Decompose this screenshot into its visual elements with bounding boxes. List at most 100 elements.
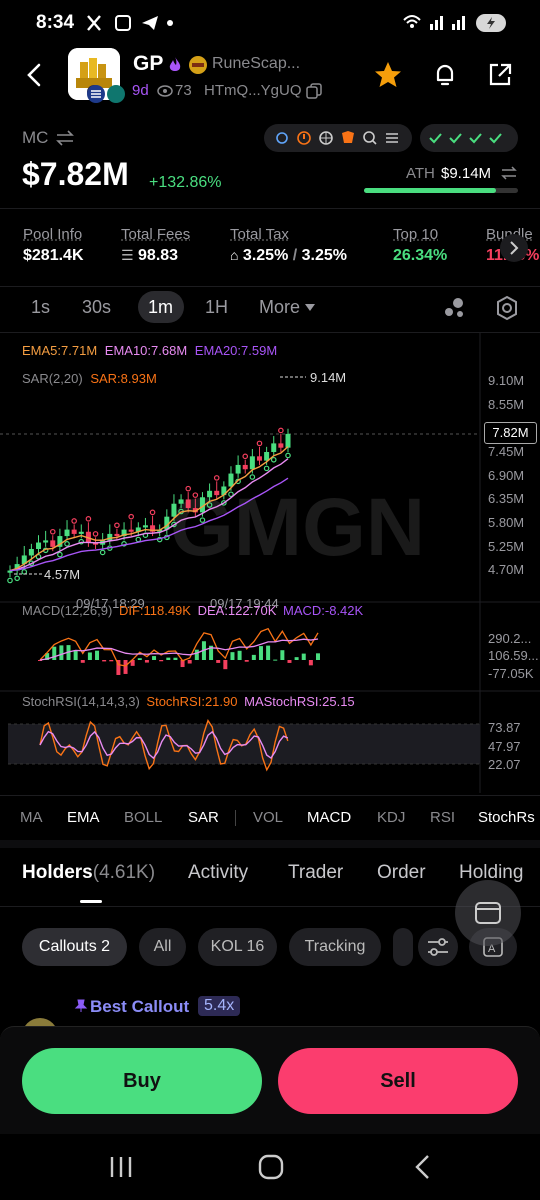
candle (207, 490, 213, 498)
nav-back-icon[interactable] (410, 1154, 436, 1180)
chip-callouts[interactable]: Callouts 2 (22, 928, 127, 966)
candle (78, 531, 84, 534)
chip-tracking[interactable]: Tracking (289, 928, 381, 966)
timeframe-1s[interactable]: 1s (31, 297, 50, 318)
macd-bar (73, 650, 78, 660)
indicator-ema[interactable]: EMA (67, 809, 100, 826)
chain-badges (87, 85, 125, 103)
sar-dot (71, 518, 77, 524)
y-tick: 7.45M (488, 444, 525, 459)
filter-button[interactable] (418, 928, 458, 966)
tab-trader[interactable]: Trader (288, 862, 343, 884)
swap-icon[interactable] (55, 130, 75, 146)
settings-icon[interactable] (494, 295, 520, 321)
candle (214, 490, 220, 496)
indicator-kdj[interactable]: KDJ (377, 809, 405, 826)
timeframe-more[interactable]: More (259, 297, 300, 318)
total-tax[interactable]: Total Tax ⌂ 3.25% / 3.25% (230, 226, 347, 265)
sar-dot (285, 452, 291, 459)
candle (28, 548, 34, 556)
buy-button[interactable]: Buy (22, 1048, 262, 1114)
candle (278, 443, 284, 448)
indicator-ma[interactable]: MA (20, 809, 43, 826)
market-cap-change: +132.86% (149, 174, 222, 191)
indicator-stochrsi[interactable]: StochRs (478, 809, 540, 826)
sar-dot (7, 577, 13, 584)
macd-bar (137, 658, 142, 660)
sar-dot (64, 541, 70, 547)
timeframe-30s[interactable]: 30s (82, 297, 111, 318)
stoch-tick: 73.87 (488, 720, 521, 735)
sar-dot (213, 475, 220, 481)
chip-all[interactable]: All (139, 928, 186, 966)
alert-bell-icon[interactable] (430, 60, 460, 90)
home-icon[interactable] (258, 1154, 284, 1180)
wallet-icon (475, 902, 501, 924)
current-price-tag: 7.82M (484, 422, 537, 444)
candle (64, 529, 70, 537)
indicator-rsi[interactable]: RSI (430, 809, 455, 826)
candle (107, 533, 113, 541)
macd-bar (251, 654, 256, 660)
pool-info[interactable]: Pool Info $281.4K (23, 226, 84, 265)
audit-checks[interactable] (420, 124, 518, 152)
total-fees[interactable]: Total Fees ☰ 98.83 (121, 226, 190, 265)
macd-bar (280, 650, 285, 660)
macd-histogram (38, 641, 320, 675)
y-tick: 8.55M (488, 397, 525, 412)
chip-overflow[interactable] (393, 928, 413, 966)
ath-progress-track (364, 188, 518, 193)
sar-dot (242, 453, 249, 460)
back-icon[interactable] (20, 60, 50, 90)
chip-kol[interactable]: KOL 16 (198, 928, 277, 966)
recent-apps-icon[interactable] (108, 1154, 134, 1180)
macd-bar (194, 649, 199, 660)
sell-button[interactable]: Sell (278, 1048, 518, 1114)
mc-label: MC (22, 128, 49, 147)
tab-activity[interactable]: Activity (188, 862, 248, 884)
indicator-dots-icon[interactable] (442, 296, 468, 320)
status-time: 8:34 (36, 12, 75, 33)
price-chart[interactable]: GMGN 9.14M 4.57M 09/17 18:29 09/17 19:44 (0, 333, 540, 793)
token-address[interactable]: HTmQ...YgUQ (204, 82, 302, 99)
timeframe-1h[interactable]: 1H (205, 297, 228, 318)
macd-bar (80, 660, 85, 663)
fees-icon: ☰ (121, 247, 134, 263)
divider (0, 795, 540, 796)
macd-legend: MACD(12,26,9) DIF:118.49K DEA:122.70K MA… (22, 603, 364, 618)
candle (142, 525, 148, 528)
candle (114, 533, 120, 537)
ath-swap-icon[interactable] (500, 166, 518, 180)
indicator-sar[interactable]: SAR (188, 809, 219, 826)
macd-bar (244, 660, 249, 662)
timeframe-1m[interactable]: 1m (148, 297, 173, 318)
tab-order[interactable]: Order (377, 862, 426, 884)
risk-flags[interactable] (264, 124, 412, 152)
macd-bar (273, 659, 278, 661)
share-icon[interactable] (485, 60, 515, 90)
y-tick: 6.35M (488, 491, 525, 506)
sar-dot (263, 465, 270, 472)
favorite-star-icon[interactable] (373, 60, 403, 90)
eye-icon (157, 85, 173, 97)
pool-scroll-button[interactable] (500, 234, 528, 262)
tab-holders[interactable]: Holders(4.61K) (22, 862, 155, 884)
candle (235, 464, 241, 474)
copy-icon[interactable] (306, 83, 322, 99)
indicator-vol[interactable]: VOL (253, 809, 283, 826)
ath-progress-fill (364, 188, 496, 193)
sar-dot (99, 549, 106, 556)
price-low-label: 4.57M (44, 567, 80, 582)
y-tick: 4.70M (488, 562, 525, 577)
indicator-macd[interactable]: MACD (307, 809, 351, 826)
top-10[interactable]: Top 10 26.34% (393, 226, 447, 265)
view-count: 73 (175, 82, 192, 99)
sar-dot (278, 427, 284, 434)
caret-down-icon (305, 304, 315, 311)
token-name: RuneScap... (212, 55, 301, 72)
token-age: 9d (132, 82, 149, 99)
indicator-boll[interactable]: BOLL (124, 809, 162, 826)
floating-wallet-button[interactable] (455, 880, 521, 946)
macd-tick: 106.59... (488, 648, 539, 663)
pin-icon (74, 999, 88, 1012)
